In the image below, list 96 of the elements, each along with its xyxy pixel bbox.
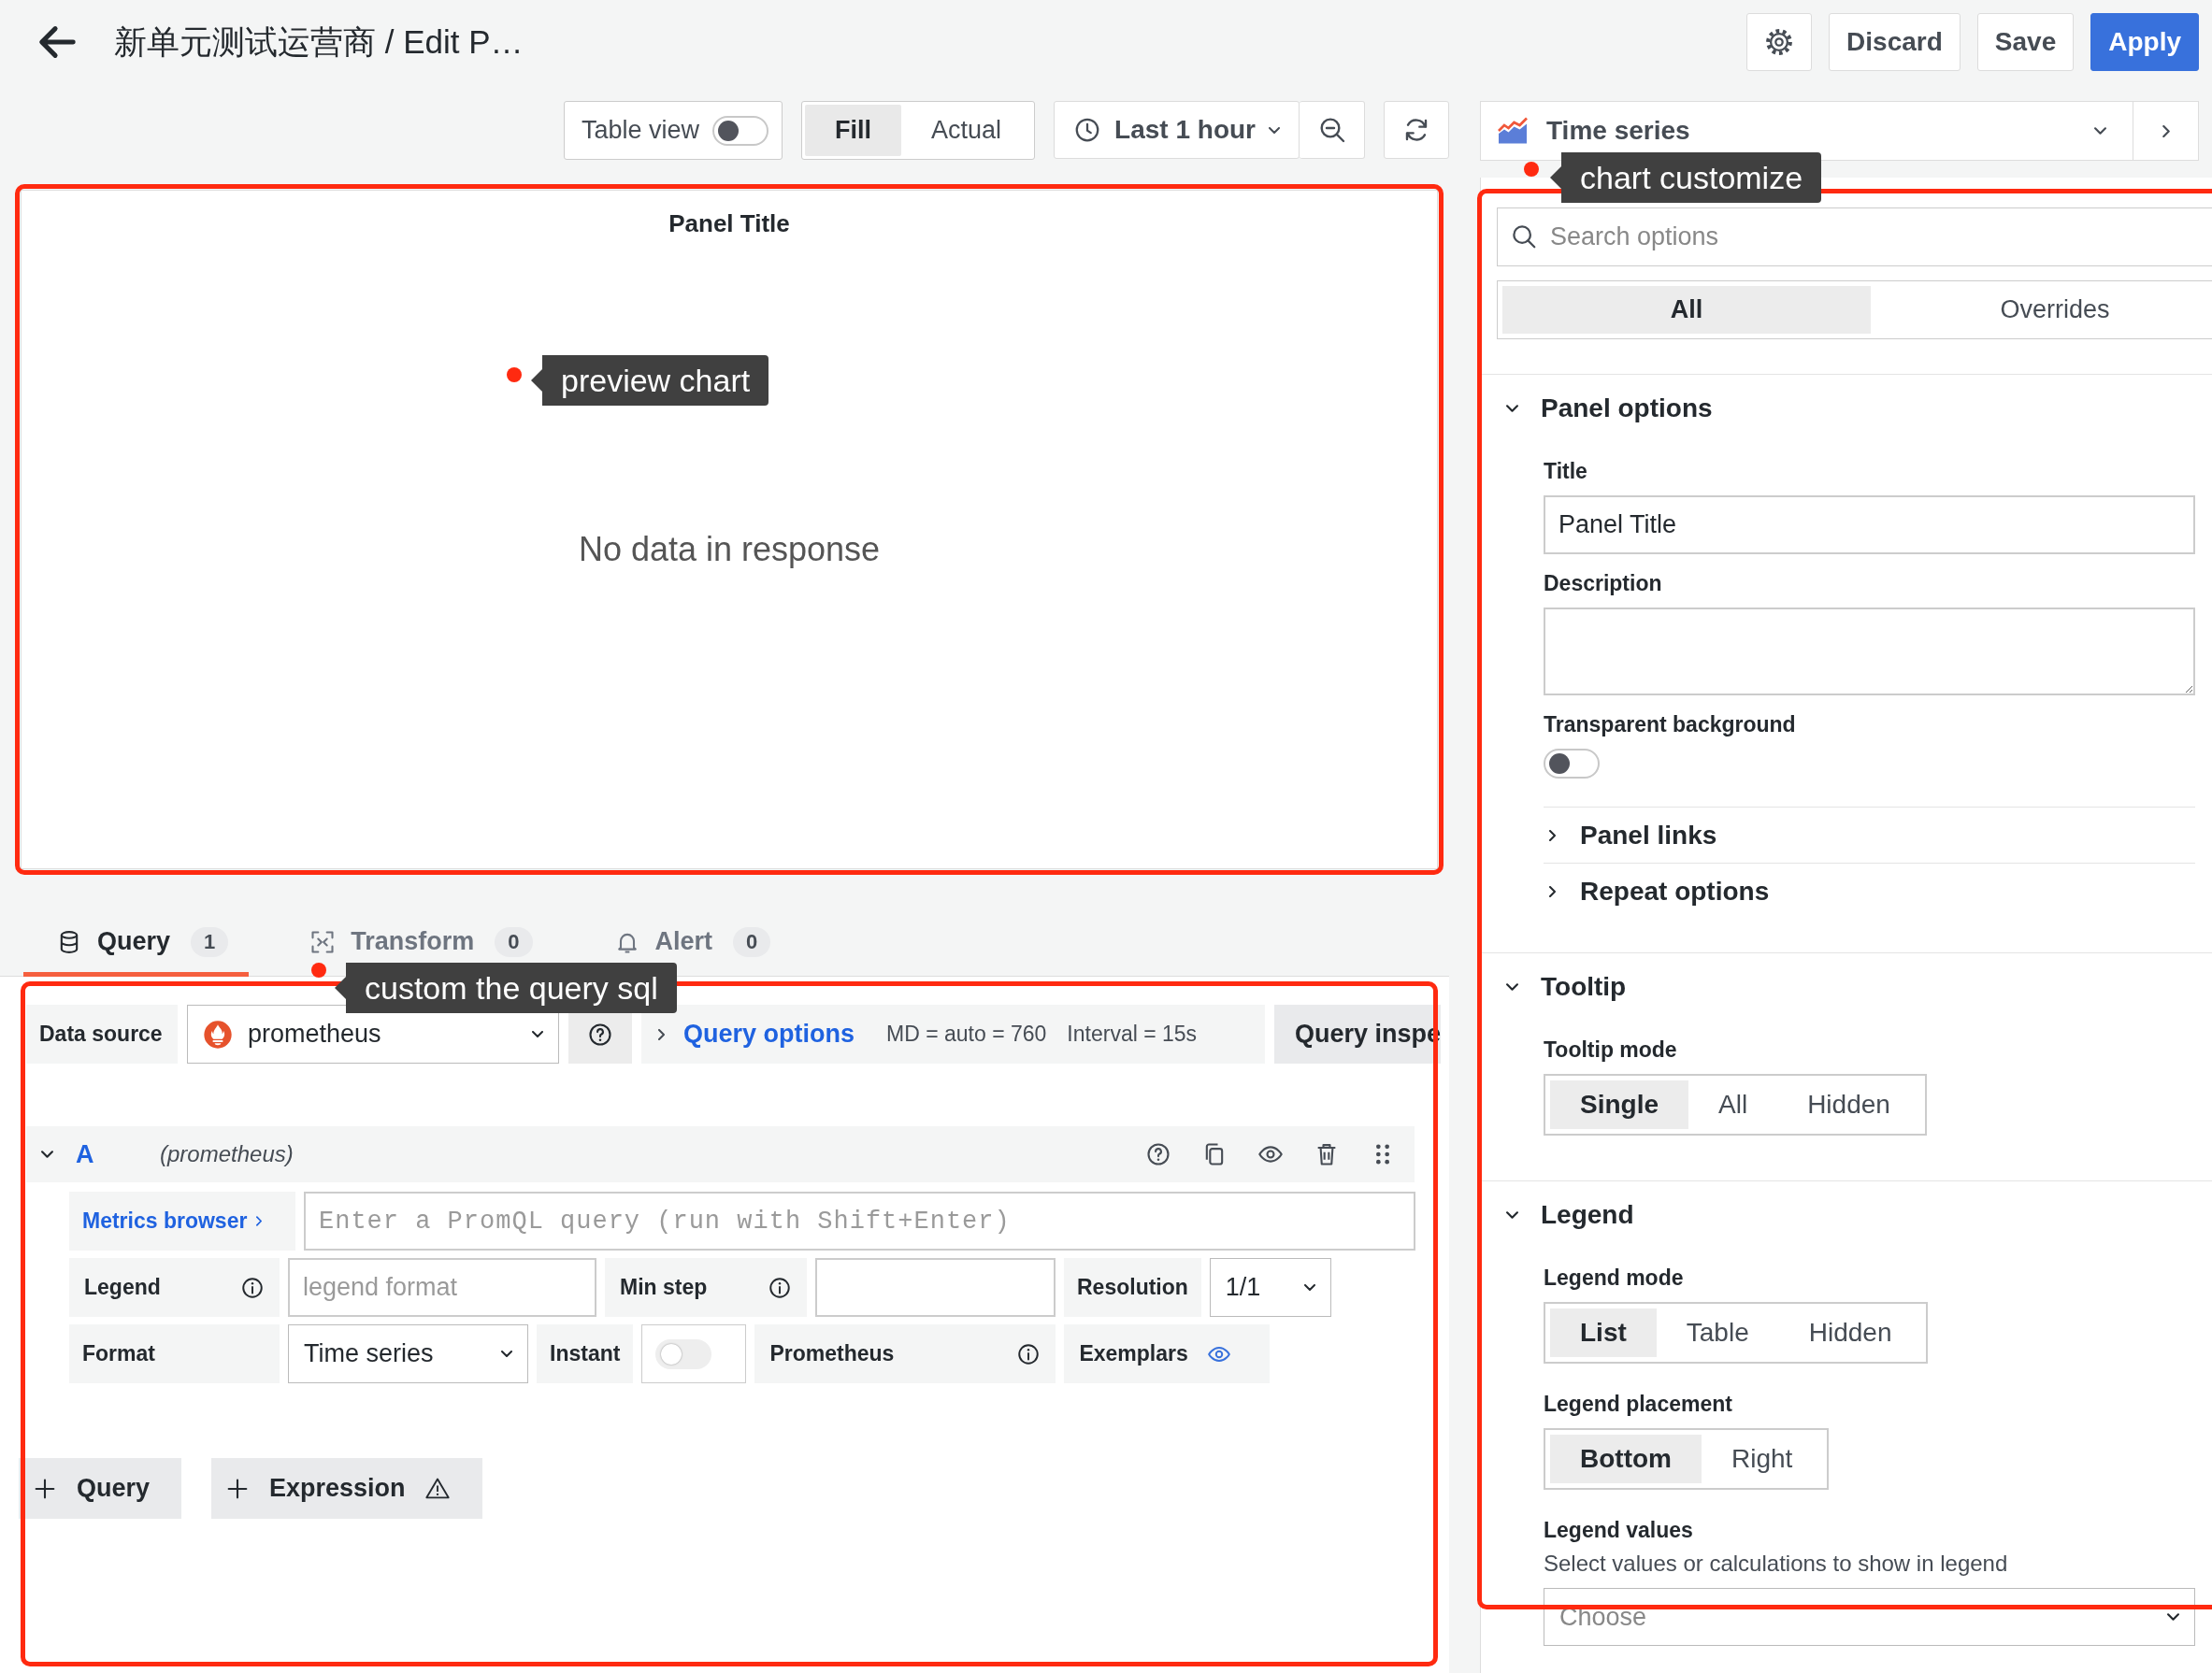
annotation-tooltip: custom the query sql bbox=[335, 963, 677, 1013]
help-icon bbox=[587, 1021, 613, 1048]
query-ref: A bbox=[76, 1139, 95, 1169]
segment-button[interactable]: Fill bbox=[805, 105, 902, 156]
segment-button[interactable]: Actual bbox=[901, 105, 1032, 156]
field-label: Instant bbox=[537, 1324, 634, 1383]
info-icon bbox=[240, 1275, 265, 1300]
marker-dot bbox=[1524, 162, 1539, 177]
primary-button[interactable]: Apply bbox=[2090, 13, 2199, 71]
chevron-right-icon bbox=[1549, 829, 1556, 841]
radio-option[interactable]: All bbox=[1688, 1080, 1778, 1129]
count-badge: 0 bbox=[495, 926, 533, 957]
field-label: Legend bbox=[84, 1275, 161, 1300]
chevron-right-icon bbox=[256, 1216, 263, 1226]
format-select[interactable]: Time series bbox=[288, 1324, 528, 1383]
info-icon bbox=[768, 1275, 792, 1300]
field-label: Min step bbox=[620, 1275, 708, 1300]
annotation-tooltip: chart customize bbox=[1550, 152, 1822, 203]
field-label: Format bbox=[69, 1324, 280, 1383]
search-field[interactable]: Search options bbox=[1497, 207, 2212, 266]
page-title: 新单元测试运营商 / Edit P… bbox=[114, 21, 524, 62]
radio-option[interactable]: Right bbox=[1702, 1435, 1823, 1483]
chevron-right-icon bbox=[2162, 124, 2170, 137]
field-label: Title bbox=[1544, 459, 1588, 484]
field-label: Exemplars bbox=[1079, 1341, 1188, 1366]
radio-option[interactable]: Hidden bbox=[1778, 1308, 1922, 1357]
subsection-header[interactable]: Repeat options bbox=[1544, 863, 2195, 919]
min-step-field[interactable] bbox=[815, 1258, 1056, 1317]
zoom-out-button[interactable] bbox=[1300, 101, 1365, 159]
radio-option[interactable]: Table bbox=[1656, 1308, 1779, 1357]
help-icon[interactable] bbox=[1145, 1141, 1171, 1167]
visualization-picker[interactable]: Time series bbox=[1480, 101, 2133, 161]
marker-dot bbox=[311, 963, 326, 978]
count-badge: 0 bbox=[733, 926, 771, 957]
transform-icon bbox=[309, 928, 337, 955]
add-button[interactable]: Expression bbox=[211, 1458, 482, 1519]
time-range-button[interactable]: Last 1 hour bbox=[1054, 101, 1300, 159]
radio-option[interactable]: Bottom bbox=[1550, 1435, 1702, 1483]
add-button[interactable]: Query bbox=[19, 1458, 182, 1519]
radio-option[interactable]: List bbox=[1550, 1308, 1657, 1357]
toggle-switch[interactable] bbox=[1544, 749, 1600, 779]
query-field[interactable]: Enter a PromQL query (run with Shift+Enter) bbox=[304, 1192, 1415, 1251]
chevron-down-icon bbox=[1303, 1284, 1315, 1291]
chevron-down-icon bbox=[532, 1031, 543, 1037]
section-header[interactable]: Tooltip bbox=[1497, 953, 1627, 1021]
subsection-header[interactable]: Panel links bbox=[1544, 807, 2195, 863]
options-tab[interactable]: Overrides bbox=[1871, 286, 2212, 334]
toolbar-button[interactable]: Discard bbox=[1829, 13, 1961, 71]
query-options-toggle[interactable]: Query options bbox=[658, 1020, 855, 1049]
table-view-control[interactable]: Table view bbox=[563, 101, 783, 160]
field-label: Transparent background bbox=[1544, 712, 1797, 737]
query-info: MD = auto = 760 bbox=[886, 1022, 1047, 1047]
info-icon bbox=[1016, 1341, 1041, 1366]
legend-field[interactable]: legend format bbox=[288, 1258, 596, 1317]
chevron-down-icon bbox=[1506, 1211, 1518, 1219]
options-tab[interactable]: All bbox=[1502, 286, 1871, 334]
refresh-button[interactable] bbox=[1384, 101, 1449, 159]
section-header[interactable]: Panel options bbox=[1497, 375, 1713, 442]
query-info: Interval = 15s bbox=[1067, 1022, 1198, 1047]
search-icon bbox=[1510, 222, 1538, 250]
chevron-down-icon bbox=[1269, 126, 1280, 134]
field-label: Legend mode bbox=[1544, 1265, 1685, 1291]
collapse-toggle[interactable] bbox=[41, 1151, 53, 1158]
chevron-down-icon bbox=[1506, 405, 1518, 412]
toolbar-button[interactable]: Save bbox=[1976, 13, 2075, 71]
select-field[interactable]: Choose bbox=[1544, 1588, 2195, 1646]
field-description: Select values or calculations to show in legend bbox=[1544, 1551, 2009, 1577]
radio-option[interactable]: Single bbox=[1550, 1080, 1688, 1129]
chevron-down-icon bbox=[2094, 127, 2106, 135]
field-label: Resolution bbox=[1064, 1258, 1201, 1317]
field-label: Legend placement bbox=[1544, 1392, 1733, 1417]
toggle-switch[interactable] bbox=[712, 115, 769, 146]
field-label: Tooltip mode bbox=[1544, 1037, 1678, 1063]
chevron-down-icon bbox=[2167, 1613, 2179, 1621]
chevron-down-icon bbox=[41, 1151, 53, 1158]
field-label: Prometheus bbox=[769, 1341, 895, 1366]
count-badge: 1 bbox=[191, 926, 229, 957]
field-label: Legend values bbox=[1544, 1518, 1694, 1543]
text-field[interactable]: Panel Title bbox=[1544, 495, 2195, 554]
annotation-tooltip: preview chart bbox=[531, 355, 769, 406]
query-source: (prometheus) bbox=[160, 1141, 294, 1167]
metrics-browser-button[interactable]: Metrics browser bbox=[69, 1192, 295, 1251]
section-header[interactable]: Legend bbox=[1497, 1181, 1634, 1249]
chevron-right-icon bbox=[658, 1028, 665, 1040]
chevron-down-icon bbox=[501, 1351, 512, 1357]
chevron-right-icon bbox=[1549, 885, 1556, 897]
empty-message: No data in response bbox=[578, 530, 881, 569]
flame-logo-icon bbox=[203, 1019, 233, 1050]
field-label: Data source bbox=[26, 1005, 178, 1064]
data-source-select[interactable]: prometheus bbox=[187, 1005, 559, 1064]
settings-button[interactable] bbox=[1746, 13, 1813, 71]
panel-title: Panel Title bbox=[668, 209, 790, 238]
resolution-select[interactable]: 1/1 bbox=[1209, 1258, 1331, 1317]
chevron-down-icon bbox=[1506, 983, 1518, 991]
radio-option[interactable]: Hidden bbox=[1777, 1080, 1920, 1129]
field-label: Description bbox=[1544, 571, 1663, 596]
